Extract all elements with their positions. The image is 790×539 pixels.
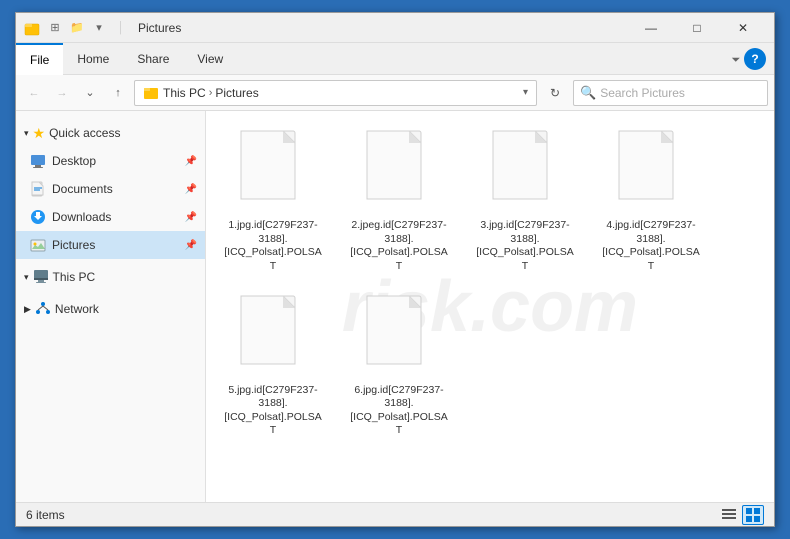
path-pictures[interactable]: Pictures: [215, 86, 258, 100]
file-icon-6: [363, 294, 435, 382]
file-name-2: 2.jpeg.id[C279F237-3188].[ICQ_Polsat].PO…: [348, 219, 450, 274]
menu-tab-file[interactable]: File: [16, 43, 63, 75]
menu-tab-view[interactable]: View: [183, 43, 237, 75]
quick-access-label: Quick access: [49, 126, 120, 140]
refresh-button[interactable]: ↻: [541, 79, 569, 107]
search-icon: 🔍: [580, 85, 596, 101]
sidebar-item-documents[interactable]: Documents 📌: [16, 175, 205, 203]
path-this-pc[interactable]: This PC: [163, 86, 206, 100]
quick-access-chevron: ▾: [24, 128, 29, 139]
network-label: Network: [55, 302, 99, 316]
this-pc-icon: [33, 268, 49, 287]
sidebar-item-pictures[interactable]: Pictures 📌: [16, 231, 205, 259]
downloads-label: Downloads: [52, 210, 111, 224]
pictures-pin-icon: 📌: [185, 240, 197, 251]
view-controls: [718, 505, 764, 525]
pictures-icon: [30, 237, 46, 253]
window-controls: — □ ✕: [628, 13, 766, 43]
qat-dropdown[interactable]: ▾: [90, 19, 108, 37]
downloads-pin-icon: 📌: [185, 212, 197, 223]
sidebar: ▾ ★ Quick access Desktop 📌 Documents 📌: [16, 111, 206, 502]
minimize-button[interactable]: —: [628, 13, 674, 43]
quick-access-star-icon: ★: [33, 125, 46, 142]
path-sep-1: ›: [209, 87, 213, 99]
recent-locations-button[interactable]: ⌄: [78, 81, 102, 105]
file-icon-1: [237, 129, 309, 217]
file-icon-2: [363, 129, 435, 217]
main-area: ▾ ★ Quick access Desktop 📌 Documents 📌: [16, 111, 774, 502]
this-pc-chevron: ▾: [24, 272, 29, 283]
separator: │: [112, 19, 130, 37]
file-name-6: 6.jpg.id[C279F237-3188].[ICQ_Polsat].POL…: [348, 384, 450, 439]
file-item-1[interactable]: 1.jpg.id[C279F237-3188].[ICQ_Polsat].POL…: [218, 123, 328, 280]
list-view-button[interactable]: [718, 505, 740, 525]
path-dropdown-icon[interactable]: ▾: [523, 87, 528, 98]
up-button[interactable]: ↑: [106, 81, 130, 105]
item-count: 6 items: [26, 508, 65, 522]
quick-access-toolbar: ⊞ 📁 ▾ │: [46, 19, 130, 37]
menu-bar-right: 🞃 ?: [732, 48, 774, 70]
menu-tab-home[interactable]: Home: [63, 43, 123, 75]
documents-icon: [30, 181, 46, 197]
desktop-pin-icon: 📌: [185, 156, 197, 167]
file-item-3[interactable]: 3.jpg.id[C279F237-3188].[ICQ_Polsat].POL…: [470, 123, 580, 280]
file-name-5: 5.jpg.id[C279F237-3188].[ICQ_Polsat].POL…: [222, 384, 324, 439]
menu-tab-share[interactable]: Share: [123, 43, 183, 75]
explorer-window: ⊞ 📁 ▾ │ Pictures — □ ✕ File Home Share V…: [15, 12, 775, 527]
search-box[interactable]: 🔍 Search Pictures: [573, 80, 768, 106]
network-icon: [35, 300, 51, 319]
file-name-3: 3.jpg.id[C279F237-3188].[ICQ_Polsat].POL…: [474, 219, 576, 274]
help-btn[interactable]: ?: [744, 48, 766, 70]
sidebar-item-downloads[interactable]: Downloads 📌: [16, 203, 205, 231]
file-name-1: 1.jpg.id[C279F237-3188].[ICQ_Polsat].POL…: [222, 219, 324, 274]
grid-view-button[interactable]: [742, 505, 764, 525]
back-button[interactable]: ←: [22, 81, 46, 105]
status-bar: 6 items: [16, 502, 774, 526]
title-bar: ⊞ 📁 ▾ │ Pictures — □ ✕: [16, 13, 774, 43]
file-icon-4: [615, 129, 687, 217]
file-item-6[interactable]: 6.jpg.id[C279F237-3188].[ICQ_Polsat].POL…: [344, 288, 454, 445]
documents-pin-icon: 📌: [185, 184, 197, 195]
this-pc-header[interactable]: ▾ This PC: [16, 263, 205, 291]
qat-btn-2[interactable]: 📁: [68, 19, 86, 37]
file-name-4: 4.jpg.id[C279F237-3188].[ICQ_Polsat].POL…: [600, 219, 702, 274]
sidebar-item-desktop[interactable]: Desktop 📌: [16, 147, 205, 175]
window-title: Pictures: [138, 21, 628, 35]
documents-label: Documents: [52, 182, 113, 196]
maximize-button[interactable]: □: [674, 13, 720, 43]
ribbon-collapse-btn[interactable]: 🞃: [732, 51, 740, 66]
forward-button[interactable]: →: [50, 81, 74, 105]
address-bar: ← → ⌄ ↑ This PC › Pictures ▾ ↻ 🔍 Search …: [16, 75, 774, 111]
address-path[interactable]: This PC › Pictures ▾: [134, 80, 537, 106]
file-item-4[interactable]: 4.jpg.id[C279F237-3188].[ICQ_Polsat].POL…: [596, 123, 706, 280]
menu-bar: File Home Share View 🞃 ?: [16, 43, 774, 75]
window-icon: [24, 20, 40, 36]
network-header[interactable]: ▶ Network: [16, 295, 205, 323]
qat-btn-1[interactable]: ⊞: [46, 19, 64, 37]
file-item-5[interactable]: 5.jpg.id[C279F237-3188].[ICQ_Polsat].POL…: [218, 288, 328, 445]
desktop-label: Desktop: [52, 154, 96, 168]
network-chevron: ▶: [24, 304, 31, 315]
this-pc-label: This PC: [53, 270, 96, 284]
quick-access-header[interactable]: ▾ ★ Quick access: [16, 119, 205, 147]
downloads-icon: [30, 209, 46, 225]
pictures-label: Pictures: [52, 238, 95, 252]
file-item-2[interactable]: 2.jpeg.id[C279F237-3188].[ICQ_Polsat].PO…: [344, 123, 454, 280]
close-button[interactable]: ✕: [720, 13, 766, 43]
file-grid: 1.jpg.id[C279F237-3188].[ICQ_Polsat].POL…: [218, 123, 762, 444]
file-icon-3: [489, 129, 561, 217]
search-placeholder: Search Pictures: [600, 86, 685, 100]
desktop-icon: [30, 153, 46, 169]
file-icon-5: [237, 294, 309, 382]
file-area: risk.com 1.jpg.id[C279F237-3188].[ICQ_Po…: [206, 111, 774, 502]
